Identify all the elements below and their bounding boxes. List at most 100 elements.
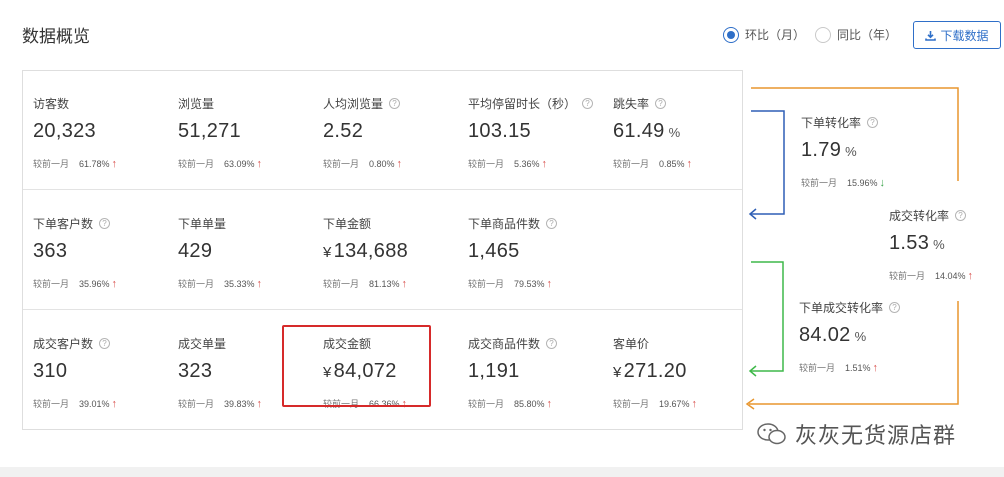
arrow-up-icon: ↑ <box>546 397 553 410</box>
arrow-up-icon: ↑ <box>256 277 263 290</box>
metric-label: 成交客户数? <box>33 335 173 352</box>
arrow-up-icon: ↑ <box>401 277 408 290</box>
radio-label: 同比（年） <box>837 28 898 42</box>
arrow-up-icon: ↑ <box>256 157 263 170</box>
metric-unit-price: 客单价 ¥271.20 较前一月 19.67% ↑ <box>613 335 753 410</box>
metric-comparison: 较前一月 35.96% ↑ <box>33 277 118 290</box>
metric-value: ¥134,688 <box>323 240 409 262</box>
watermark-text: 灰灰无货源店群 <box>795 423 957 448</box>
row-divider <box>23 309 742 310</box>
metric-label: 下单转化率? <box>801 114 941 131</box>
metric-pageviews: 浏览量 51,271 较前一月 63.09% ↑ <box>178 95 318 170</box>
help-icon[interactable]: ? <box>955 210 967 221</box>
metric-comparison: 较前一月 81.13% ↑ <box>323 277 408 290</box>
radio-checked-icon <box>723 26 739 43</box>
metric-label: 成交商品件数? <box>468 335 608 352</box>
arrow-down-icon: ↓ <box>879 176 886 189</box>
watermark: 灰灰无货源店群 <box>757 418 956 450</box>
metric-label: 下单单量 <box>178 217 227 231</box>
metric-value: 1,191 <box>468 360 520 382</box>
metric-comparison: 较前一月 79.53% ↑ <box>468 277 553 290</box>
help-icon[interactable]: ? <box>546 338 558 349</box>
arrow-up-icon: ↑ <box>541 157 548 170</box>
metric-value: 20,323 <box>33 120 96 142</box>
download-icon <box>925 30 937 41</box>
metric-value: 1,465 <box>468 240 520 262</box>
help-icon[interactable]: ? <box>582 98 594 109</box>
metric-order-customers: 下单客户数? 363 较前一月 35.96% ↑ <box>33 215 173 290</box>
arrow-up-icon: ↑ <box>686 157 693 170</box>
metric-label: 浏览量 <box>178 97 215 111</box>
conversion-order-deal-rate: 下单成交转化率? 84.02% 较前一月 1.51% ↑ <box>799 299 939 374</box>
page-title: 数据概览 <box>22 27 90 46</box>
metric-order-items: 下单商品件数? 1,465 较前一月 79.53% ↑ <box>468 215 608 290</box>
download-label: 下载数据 <box>940 28 989 43</box>
metric-label: 跳失率? <box>613 95 753 112</box>
help-icon[interactable]: ? <box>867 117 879 128</box>
metric-comparison: 较前一月 15.96% ↓ <box>801 176 886 189</box>
flow-line-blue <box>751 110 785 215</box>
metric-value: 1.53% <box>889 232 945 254</box>
help-icon[interactable]: ? <box>655 98 667 109</box>
metric-avg-stay: 平均停留时长（秒）? 103.15 较前一月 5.36% ↑ <box>468 95 608 170</box>
metric-order-count: 下单单量 429 较前一月 35.33% ↑ <box>178 215 318 290</box>
metric-visitors: 访客数 20,323 较前一月 61.78% ↑ <box>33 95 173 170</box>
metric-comparison: 较前一月 19.67% ↑ <box>613 397 698 410</box>
arrow-up-icon: ↑ <box>691 397 698 410</box>
metric-avg-views: 人均浏览量? 2.52 较前一月 0.80% ↑ <box>323 95 463 170</box>
metric-comparison: 较前一月 0.85% ↑ <box>613 157 693 170</box>
radio-year-on-year[interactable]: 同比（年） <box>815 26 897 43</box>
arrow-up-icon: ↑ <box>872 361 879 374</box>
metric-label: 成交转化率? <box>889 207 1004 224</box>
metric-value: 363 <box>33 240 68 262</box>
metric-comparison: 较前一月 14.04% ↑ <box>889 269 974 282</box>
radio-unchecked-icon <box>815 26 832 43</box>
metric-label: 访客数 <box>33 97 70 111</box>
arrow-up-icon: ↑ <box>111 157 118 170</box>
compare-mode-radio-group: 环比（月） 同比（年） <box>723 26 907 43</box>
help-icon[interactable]: ? <box>889 302 901 313</box>
metric-comparison: 较前一月 63.09% ↑ <box>178 157 263 170</box>
metric-bounce-rate: 跳失率? 61.49% 较前一月 0.85% ↑ <box>613 95 753 170</box>
help-icon[interactable]: ? <box>546 218 558 229</box>
metric-value: 310 <box>33 360 68 382</box>
metric-comparison: 较前一月 0.80% ↑ <box>323 157 403 170</box>
arrow-up-icon: ↑ <box>967 269 974 282</box>
bottom-divider <box>0 467 1004 477</box>
metric-value: 61.49% <box>613 120 681 142</box>
metric-label: 平均停留时长（秒）? <box>468 95 608 112</box>
help-icon[interactable]: ? <box>99 218 111 229</box>
metric-comparison: 较前一月 5.36% ↑ <box>468 157 548 170</box>
metric-label: 客单价 <box>613 337 650 351</box>
metric-label: 下单商品件数? <box>468 215 608 232</box>
metric-value: ¥271.20 <box>613 360 687 382</box>
metric-comparison: 较前一月 1.51% ↑ <box>799 361 879 374</box>
help-icon[interactable]: ? <box>99 338 111 349</box>
download-data-button[interactable]: 下载数据 <box>913 21 1001 49</box>
metric-deal-customers: 成交客户数? 310 较前一月 39.01% ↑ <box>33 335 173 410</box>
help-icon[interactable]: ? <box>389 98 401 109</box>
row-divider <box>23 189 742 190</box>
radio-month-on-month[interactable]: 环比（月） <box>723 26 805 43</box>
metric-value: 51,271 <box>178 120 241 142</box>
wechat-icon <box>757 423 786 445</box>
metric-label: 人均浏览量? <box>323 95 463 112</box>
arrow-up-icon: ↑ <box>111 277 118 290</box>
metric-order-amount: 下单金额 ¥134,688 较前一月 81.13% ↑ <box>323 215 463 290</box>
arrow-up-icon: ↑ <box>546 277 553 290</box>
arrow-up-icon: ↑ <box>396 157 403 170</box>
metric-label: 下单金额 <box>323 217 372 231</box>
metric-value: 429 <box>178 240 213 262</box>
flow-line-green <box>751 261 784 372</box>
arrow-up-icon: ↑ <box>111 397 118 410</box>
metric-label: 下单客户数? <box>33 215 173 232</box>
metric-value: 2.52 <box>323 120 364 142</box>
metric-comparison: 较前一月 35.33% ↑ <box>178 277 263 290</box>
metric-label: 下单成交转化率? <box>799 299 939 316</box>
conversion-order-rate: 下单转化率? 1.79% 较前一月 15.96% ↓ <box>801 114 941 189</box>
highlight-box <box>282 325 431 407</box>
metric-comparison: 较前一月 85.80% ↑ <box>468 397 553 410</box>
metric-value: 84.02% <box>799 324 867 346</box>
metric-value: 1.79% <box>801 139 857 161</box>
metric-deal-items: 成交商品件数? 1,191 较前一月 85.80% ↑ <box>468 335 608 410</box>
